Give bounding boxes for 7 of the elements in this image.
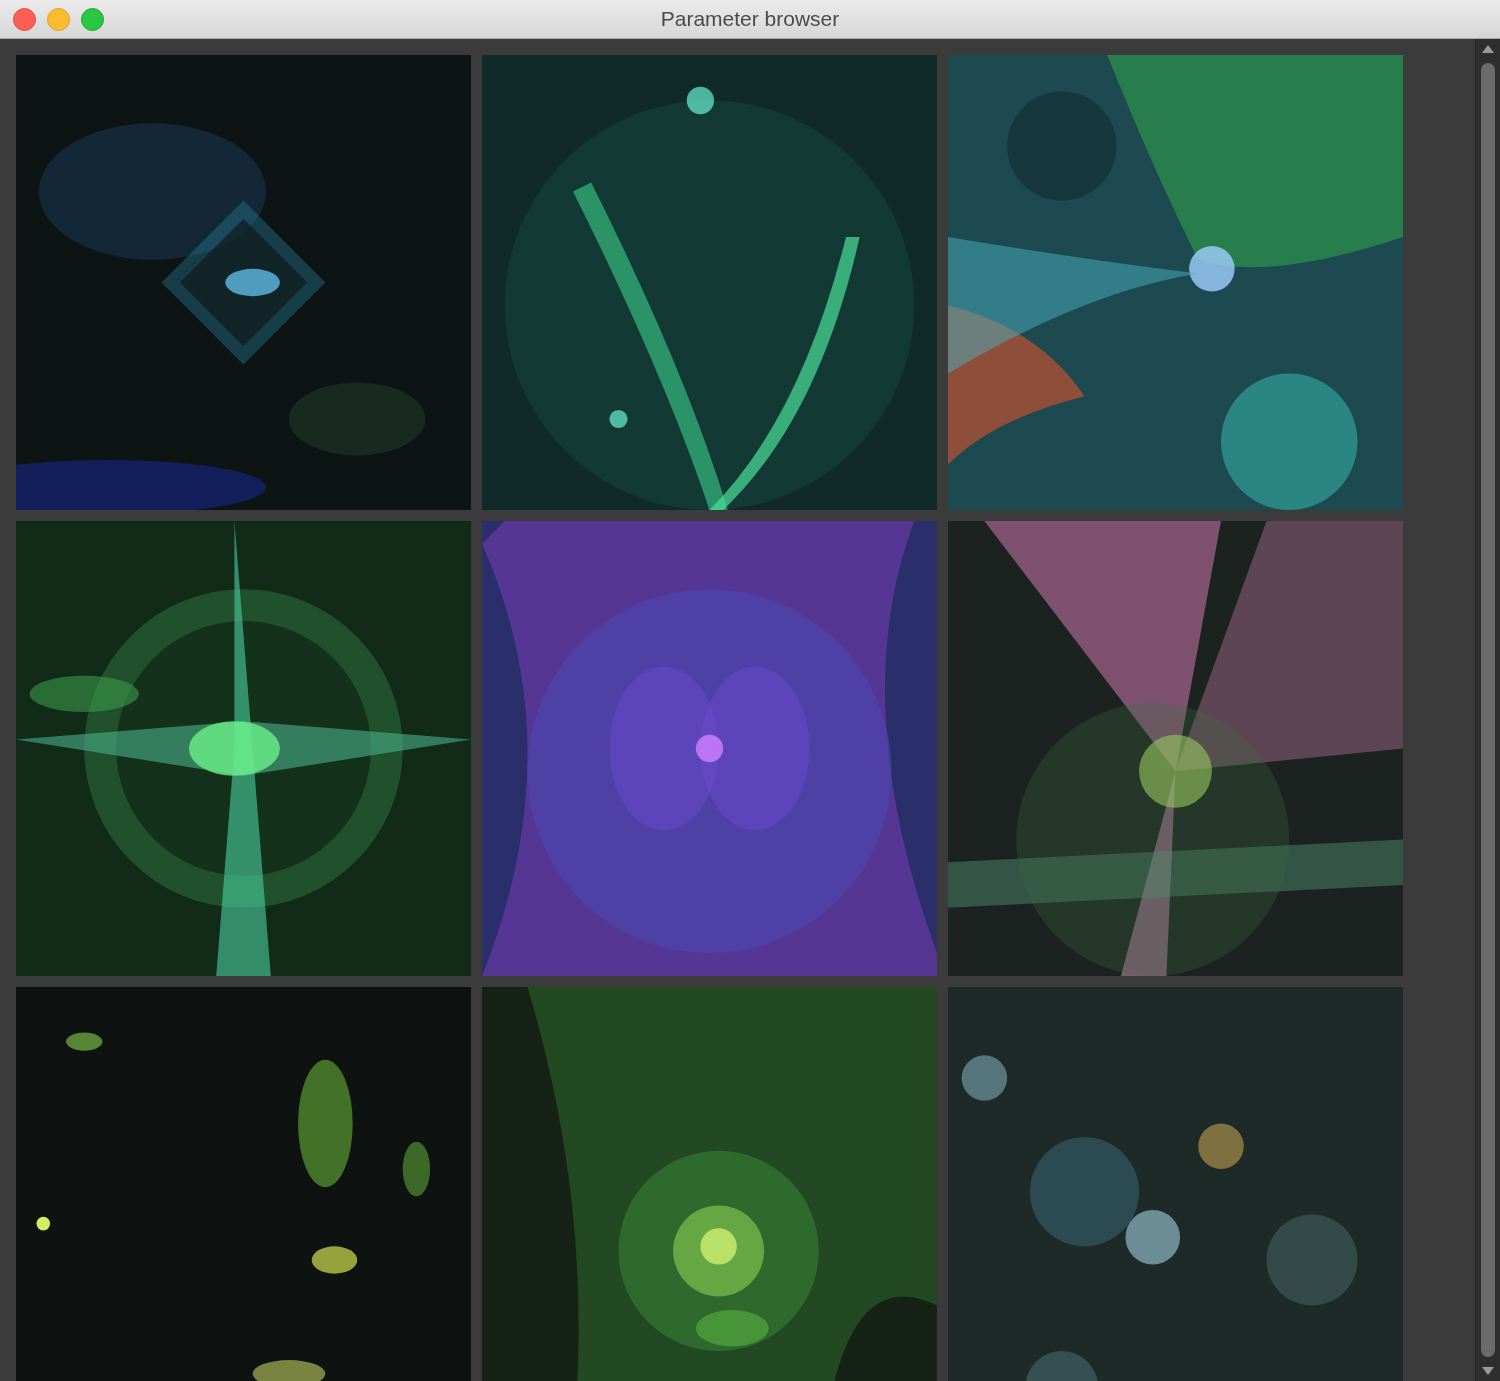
close-button[interactable] bbox=[13, 7, 36, 31]
window-title: Parameter browser bbox=[660, 7, 840, 31]
minimize-button[interactable] bbox=[47, 7, 70, 31]
scrollbar-thumb[interactable] bbox=[1481, 63, 1495, 1357]
caret-down-icon bbox=[1482, 1367, 1494, 1375]
caret-up-icon bbox=[1482, 45, 1494, 53]
zoom-button[interactable] bbox=[81, 7, 104, 31]
